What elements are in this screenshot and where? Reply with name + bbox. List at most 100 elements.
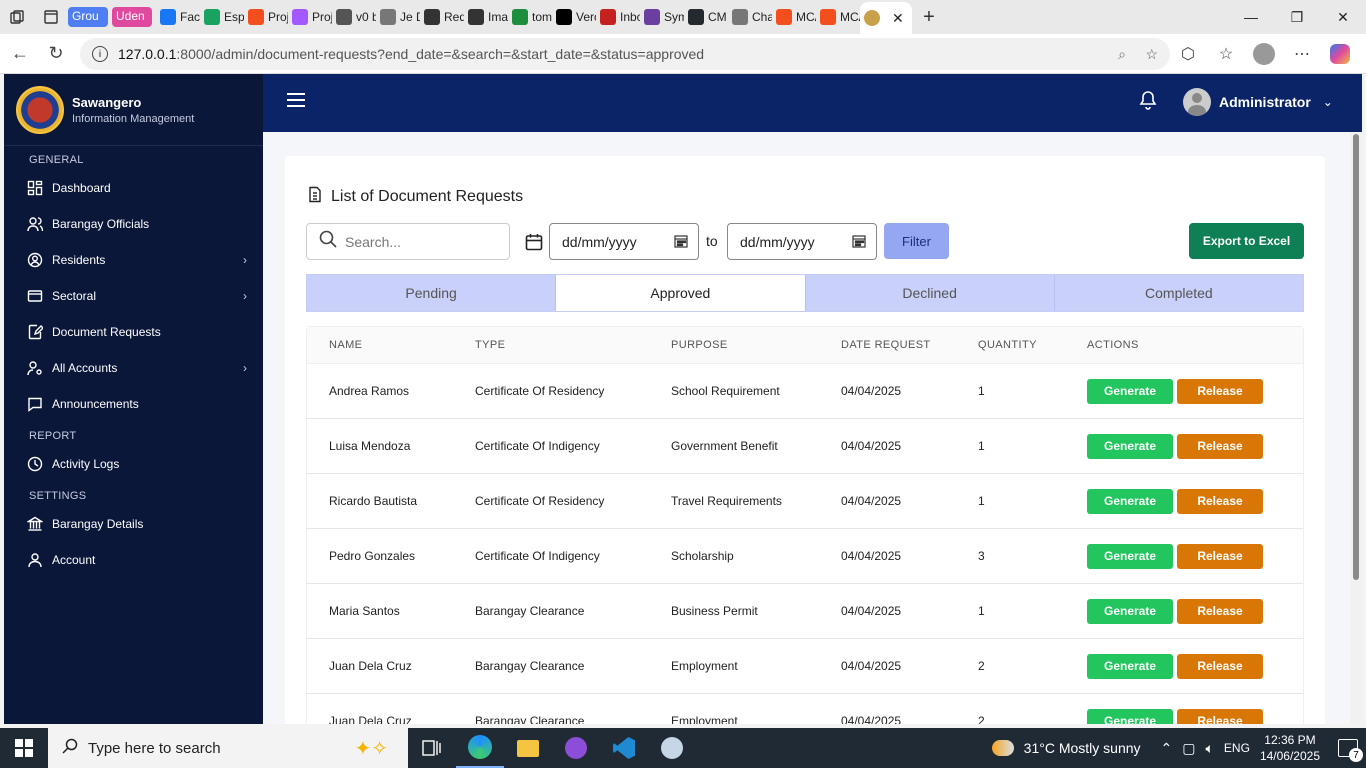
generate-button[interactable]: Generate [1087, 488, 1173, 514]
browser-tab[interactable]: Ima [464, 4, 508, 30]
back-icon[interactable]: ← [2, 36, 38, 72]
clock[interactable]: 12:36 PM 14/06/2025 [1260, 732, 1320, 764]
zoom-icon[interactable]: ⌕ [1118, 46, 1126, 63]
generate-button[interactable]: Generate [1087, 598, 1173, 624]
sidebar-item-announcements[interactable]: Announcements [4, 386, 263, 422]
edge-icon[interactable] [456, 728, 504, 768]
release-button[interactable]: Release [1177, 488, 1263, 514]
volume-icon[interactable]: 🔈︎ [1206, 740, 1214, 757]
column-header[interactable]: DATE REQUEST [841, 339, 978, 351]
workspaces-icon[interactable] [0, 0, 34, 34]
refresh-icon[interactable]: ↻ [38, 36, 74, 72]
sidebar-item-officials[interactable]: Barangay Officials [4, 206, 263, 242]
generate-button[interactable]: Generate [1087, 708, 1173, 724]
column-header[interactable]: TYPE [475, 339, 671, 351]
browser-tab[interactable]: Je D [376, 4, 420, 30]
sidebar-item-activity-logs[interactable]: Activity Logs [4, 446, 263, 482]
sidebar-item-dashboard[interactable]: Dashboard [4, 170, 263, 206]
info-icon[interactable]: i [92, 46, 108, 62]
generate-button[interactable]: Generate [1087, 433, 1173, 459]
browser-tab[interactable]: CM [684, 4, 728, 30]
release-button[interactable]: Release [1177, 708, 1263, 724]
sidebar-item-sectoral[interactable]: Sectoral › [4, 278, 263, 314]
column-header[interactable]: PURPOSE [671, 339, 841, 351]
scrollbar-thumb[interactable] [1353, 134, 1359, 580]
weather-text[interactable]: 31°C Mostly sunny [1024, 740, 1141, 756]
date-picker-icon[interactable] [674, 234, 688, 248]
column-header[interactable]: QUANTITY [978, 339, 1087, 351]
release-button[interactable]: Release [1177, 598, 1263, 624]
extensions-icon[interactable]: ⬡ [1172, 38, 1204, 70]
new-tab-icon[interactable]: + [912, 0, 946, 34]
browser-tab[interactable]: Cha [728, 4, 772, 30]
generate-button[interactable]: Generate [1087, 653, 1173, 679]
chevron-up-icon[interactable]: ⌃ [1161, 740, 1173, 757]
date-picker-icon[interactable] [852, 234, 866, 248]
file-explorer-icon[interactable] [504, 728, 552, 768]
minimize-icon[interactable]: — [1228, 0, 1274, 34]
more-icon[interactable]: ⋯ [1286, 38, 1318, 70]
user-menu[interactable]: Administrator ⌄ [1183, 88, 1333, 116]
export-excel-button[interactable]: Export to Excel [1189, 223, 1304, 259]
menu-toggle-icon[interactable] [287, 93, 305, 107]
sidebar-item-barangay-details[interactable]: Barangay Details [4, 506, 263, 542]
start-date-field[interactable]: dd/mm/yyyy [549, 223, 699, 260]
browser-tab[interactable]: Verc [552, 4, 596, 30]
release-button[interactable]: Release [1177, 378, 1263, 404]
sidebar-item-account[interactable]: Account [4, 542, 263, 578]
browser-tab[interactable]: v0 b [332, 4, 376, 30]
site-favicon-icon [248, 9, 264, 25]
browser-tab[interactable]: MCA [816, 4, 860, 30]
vscode-icon[interactable] [600, 728, 648, 768]
browser-tab[interactable]: Proj [288, 4, 332, 30]
sidebar-item-document-requests[interactable]: Document Requests [4, 314, 263, 350]
favorite-star-icon[interactable]: ☆ [1145, 46, 1158, 63]
task-view-icon[interactable] [408, 728, 456, 768]
windows-start-icon[interactable] [0, 728, 48, 768]
browser-tab-active[interactable]: ✕ [860, 2, 912, 34]
end-date-field[interactable]: dd/mm/yyyy [727, 223, 877, 260]
sidebar-item-all-accounts[interactable]: All Accounts › [4, 350, 263, 386]
tab-declined[interactable]: Declined [805, 275, 1055, 311]
browser-tab[interactable]: Uden [112, 4, 152, 30]
taskbar-search[interactable]: Type here to search ✦✧ [48, 728, 408, 768]
sidebar-item-residents[interactable]: Residents › [4, 242, 263, 278]
filter-button[interactable]: Filter [884, 223, 949, 259]
release-button[interactable]: Release [1177, 653, 1263, 679]
browser-tab[interactable]: Grou [68, 4, 108, 30]
tab-completed[interactable]: Completed [1054, 275, 1303, 311]
search-input[interactable] [345, 233, 495, 250]
app-icon[interactable] [648, 728, 696, 768]
tab-pending[interactable]: Pending [307, 275, 557, 311]
tab-actions-icon[interactable] [34, 0, 68, 34]
browser-tab[interactable]: Sym [640, 4, 684, 30]
restore-icon[interactable]: ❐ [1274, 0, 1320, 34]
close-tab-icon[interactable]: ✕ [892, 10, 904, 27]
generate-button[interactable]: Generate [1087, 543, 1173, 569]
browser-tab[interactable]: Espe [200, 4, 244, 30]
search-box[interactable] [306, 223, 510, 260]
tab-approved[interactable]: Approved [556, 275, 806, 311]
favorites-icon[interactable]: ☆ [1210, 38, 1242, 70]
generate-button[interactable]: Generate [1087, 378, 1173, 404]
network-icon[interactable]: ▢ [1182, 740, 1195, 757]
browser-tab[interactable]: tom [508, 4, 552, 30]
chevron-right-icon: › [243, 361, 247, 375]
release-button[interactable]: Release [1177, 433, 1263, 459]
language-indicator[interactable]: ENG [1224, 741, 1250, 755]
column-header[interactable]: NAME [307, 339, 475, 351]
browser-tab[interactable]: Inbc [596, 4, 640, 30]
browser-tab[interactable]: MCA [772, 4, 816, 30]
github-desktop-icon[interactable] [552, 728, 600, 768]
url-field[interactable]: i 127.0.0.1:8000/admin/document-requests… [80, 38, 1170, 70]
notification-icon[interactable]: 7 [1338, 739, 1363, 762]
browser-tab[interactable]: Proj [244, 4, 288, 30]
page-scrollbar[interactable] [1350, 132, 1362, 724]
browser-tab[interactable]: Red [420, 4, 464, 30]
release-button[interactable]: Release [1177, 543, 1263, 569]
close-window-icon[interactable]: ✕ [1320, 0, 1366, 34]
profile-icon[interactable] [1248, 38, 1280, 70]
copilot-icon[interactable] [1324, 38, 1356, 70]
browser-tab[interactable]: Face [156, 4, 200, 30]
bell-icon[interactable] [1139, 90, 1159, 110]
